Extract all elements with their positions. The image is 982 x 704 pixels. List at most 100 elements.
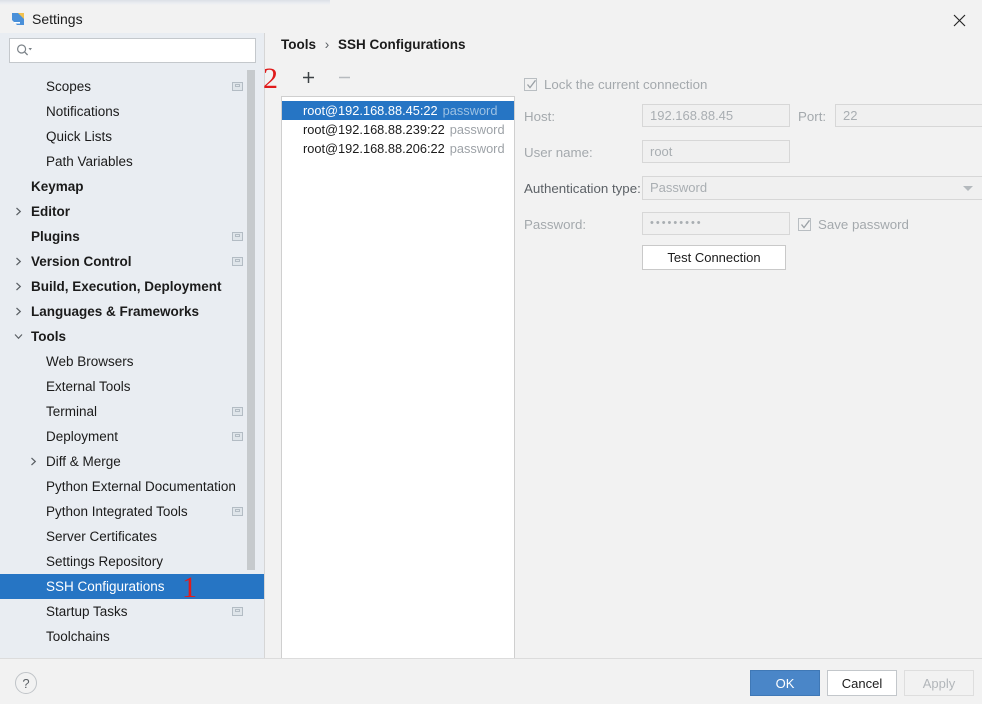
configuration-auth-type: password	[443, 103, 498, 118]
connection-form: Lock the current connection Host: 192.16…	[515, 66, 975, 296]
chevron-down-icon	[963, 186, 973, 191]
lock-connection-checkbox[interactable]	[524, 78, 537, 91]
sidebar-item-label: Notifications	[46, 99, 120, 124]
settings-tree: Appearance & BehaviorScopesNotifications…	[0, 71, 265, 658]
sidebar-item-terminal[interactable]: Terminal	[0, 399, 265, 424]
sidebar-item-path-variables[interactable]: Path Variables	[0, 149, 265, 174]
sidebar-item-version-control[interactable]: Version Control	[0, 249, 265, 274]
configuration-name: root@192.168.88.206:22	[303, 141, 445, 156]
sidebar-item-diff-merge[interactable]: Diff & Merge	[0, 449, 265, 474]
password-field[interactable]: •••••••••	[642, 212, 790, 235]
dialog-footer: ? OK Cancel Apply	[0, 658, 982, 704]
list-item[interactable]: root@192.168.88.206:22 password	[282, 139, 514, 158]
breadcrumb-separator-icon: ›	[325, 37, 330, 52]
add-configuration-button[interactable]	[295, 64, 321, 90]
username-label: User name:	[524, 145, 593, 160]
settings-sidebar: Appearance & BehaviorScopesNotifications…	[0, 33, 265, 658]
sidebar-item-label: Build, Execution, Deployment	[31, 274, 222, 299]
sidebar-item-quick-lists[interactable]: Quick Lists	[0, 124, 265, 149]
sidebar-item-settings-repository[interactable]: Settings Repository	[0, 549, 265, 574]
search-box[interactable]	[9, 38, 256, 63]
chevron-down-icon	[14, 324, 26, 349]
sidebar-item-tools[interactable]: Tools	[0, 324, 265, 349]
module-badge-icon	[232, 507, 243, 516]
sidebar-item-server-certificates[interactable]: Server Certificates	[0, 524, 265, 549]
sidebar-item-startup-tasks[interactable]: Startup Tasks	[0, 599, 265, 624]
sidebar-item-label: Languages & Frameworks	[31, 299, 199, 324]
sidebar-item-label: Settings Repository	[46, 549, 163, 574]
chevron-right-icon	[29, 449, 41, 474]
settings-content: Tools › SSH Configurations root@192.168.…	[265, 33, 982, 658]
test-connection-button[interactable]: Test Connection	[642, 245, 786, 270]
remove-configuration-button[interactable]	[331, 64, 357, 90]
module-badge-icon	[232, 82, 243, 91]
port-field[interactable]: 22	[835, 104, 982, 127]
breadcrumb: Tools › SSH Configurations	[281, 37, 466, 52]
module-badge-icon	[232, 257, 243, 266]
sidebar-item-deployment[interactable]: Deployment	[0, 424, 265, 449]
sidebar-item-external-tools[interactable]: External Tools	[0, 374, 265, 399]
authentication-type-value: Password	[650, 180, 707, 195]
password-label: Password:	[524, 217, 586, 232]
sidebar-item-build-execution-deployment[interactable]: Build, Execution, Deployment	[0, 274, 265, 299]
configuration-name: root@192.168.88.239:22	[303, 122, 445, 137]
sidebar-item-web-browsers[interactable]: Web Browsers	[0, 349, 265, 374]
sidebar-item-label: Path Variables	[46, 149, 133, 174]
breadcrumb-current: SSH Configurations	[338, 37, 466, 52]
configurations-toolbar	[281, 64, 515, 90]
lock-connection-label: Lock the current connection	[544, 77, 707, 92]
sidebar-item-label: Version Control	[31, 249, 132, 274]
sidebar-item-label: External Tools	[46, 374, 131, 399]
sidebar-item-label: Tools	[31, 324, 66, 349]
sidebar-scrollbar-thumb[interactable]	[247, 70, 255, 570]
sidebar-item-label: Server Certificates	[46, 524, 157, 549]
sidebar-item-languages-frameworks[interactable]: Languages & Frameworks	[0, 299, 265, 324]
chevron-right-icon	[14, 299, 26, 324]
module-badge-icon	[232, 232, 243, 241]
sidebar-item-python-external-documentation[interactable]: Python External Documentation	[0, 474, 265, 499]
sidebar-item-plugins[interactable]: Plugins	[0, 224, 265, 249]
authentication-type-select[interactable]: Password	[642, 176, 982, 200]
cancel-button[interactable]: Cancel	[827, 670, 897, 696]
sidebar-item-python-integrated-tools[interactable]: Python Integrated Tools	[0, 499, 265, 524]
sidebar-item-editor[interactable]: Editor	[0, 199, 265, 224]
chevron-right-icon	[14, 274, 26, 299]
configurations-list[interactable]: root@192.168.88.45:22passwordroot@192.16…	[281, 96, 515, 674]
authentication-type-label: Authentication type:	[524, 181, 641, 196]
username-field[interactable]: root	[642, 140, 790, 163]
sidebar-item-label: Toolchains	[46, 624, 110, 649]
sidebar-item-label: Quick Lists	[46, 124, 112, 149]
sidebar-item-label: Python External Documentation	[46, 474, 236, 499]
close-icon[interactable]	[936, 5, 982, 35]
ok-button[interactable]: OK	[750, 670, 820, 696]
chevron-right-icon	[14, 249, 26, 274]
sidebar-item-scopes[interactable]: Scopes	[0, 74, 265, 99]
sidebar-item-label: SSH Configurations	[46, 574, 165, 599]
sidebar-item-label: Python Integrated Tools	[46, 499, 188, 524]
breadcrumb-parent[interactable]: Tools	[281, 37, 316, 52]
configuration-auth-type: password	[450, 141, 505, 156]
help-button[interactable]: ?	[15, 672, 37, 694]
module-badge-icon	[232, 607, 243, 616]
search-input[interactable]	[36, 39, 252, 64]
sidebar-item-keymap[interactable]: Keymap	[0, 174, 265, 199]
configuration-auth-type: password	[450, 122, 505, 137]
sidebar-item-notifications[interactable]: Notifications	[0, 99, 265, 124]
apply-button: Apply	[904, 670, 974, 696]
module-badge-icon	[232, 407, 243, 416]
sidebar-item-toolchains[interactable]: Toolchains	[0, 624, 265, 649]
list-item[interactable]: root@192.168.88.45:22password	[282, 101, 514, 120]
module-badge-icon	[232, 432, 243, 441]
port-label: Port:	[798, 109, 826, 124]
chevron-right-icon	[14, 199, 26, 224]
sidebar-item-label: Terminal	[46, 399, 97, 424]
sidebar-item-label: Diff & Merge	[46, 449, 121, 474]
sidebar-item-ssh-configurations[interactable]: SSH Configurations	[0, 574, 265, 599]
save-password-checkbox[interactable]	[798, 218, 811, 231]
search-icon	[16, 43, 33, 58]
settings-dialog: Settings Appearance & BehaviorScopesNoti…	[0, 0, 982, 704]
list-item[interactable]: root@192.168.88.239:22 password	[282, 120, 514, 139]
sidebar-item-label: Keymap	[31, 174, 84, 199]
host-field[interactable]: 192.168.88.45	[642, 104, 790, 127]
sidebar-item-label: Startup Tasks	[46, 599, 128, 624]
